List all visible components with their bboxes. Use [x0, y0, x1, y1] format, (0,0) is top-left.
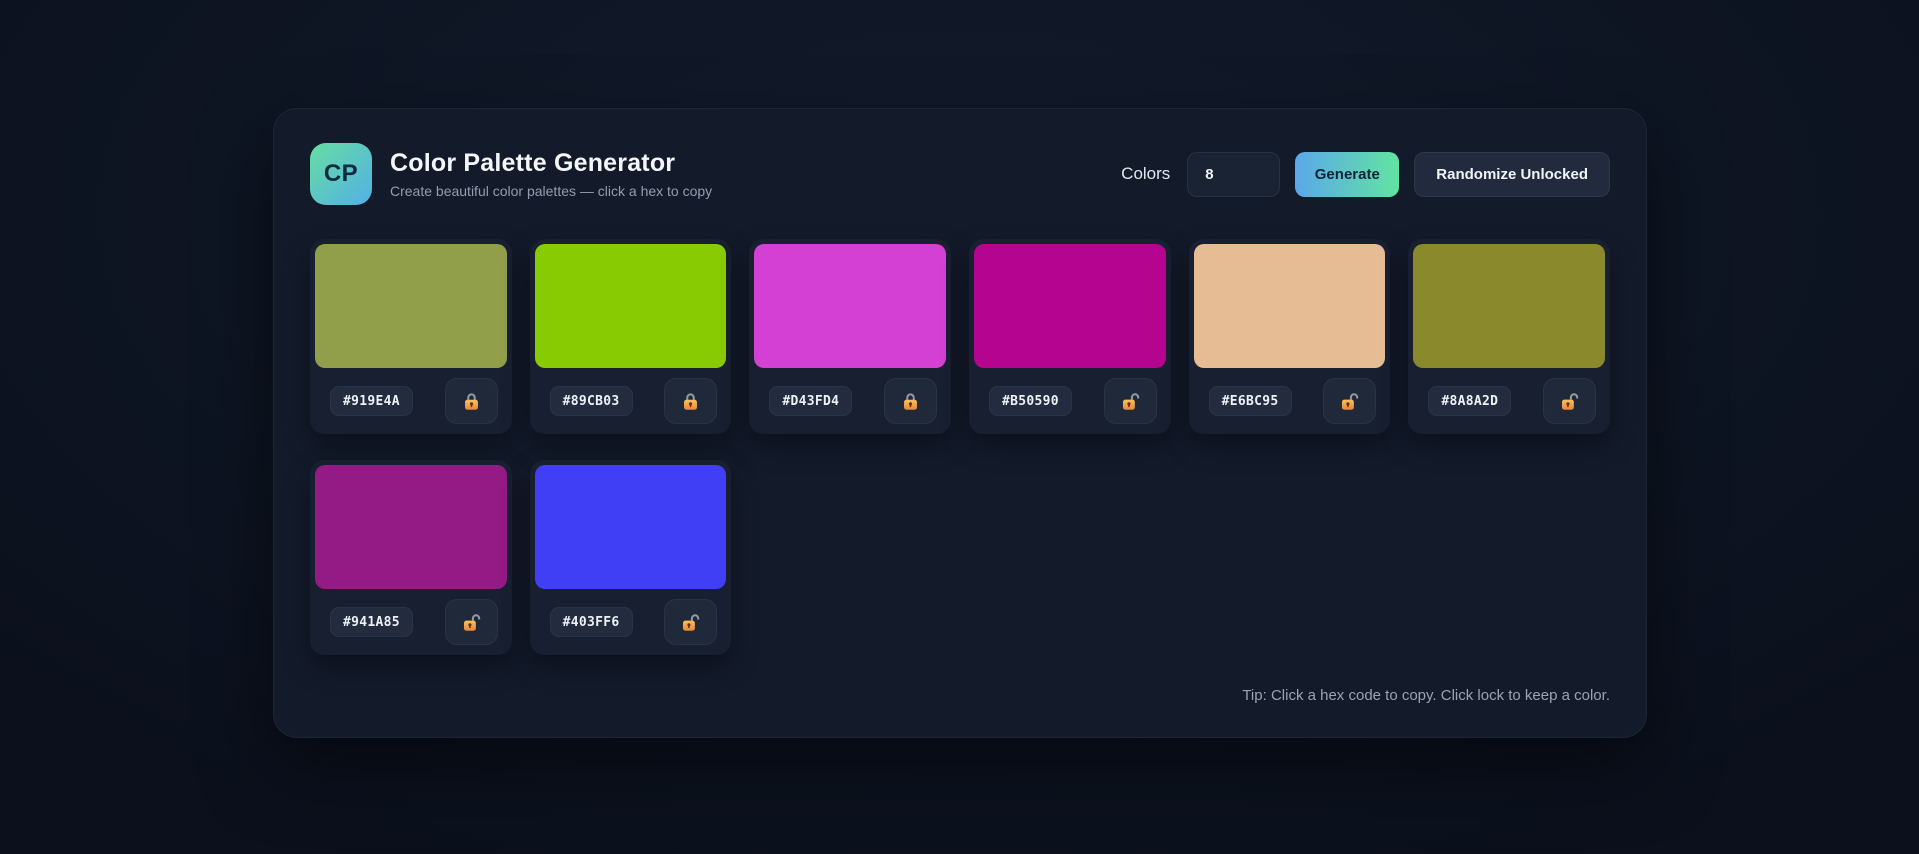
tip-text: Tip: Click a hex code to copy. Click loc…	[1242, 687, 1610, 704]
lock-closed-icon	[461, 391, 482, 412]
swatch-color-6[interactable]	[1413, 244, 1605, 368]
lock-toggle-button[interactable]	[1103, 378, 1157, 424]
page-subtitle: Create beautiful color palettes — click …	[390, 183, 713, 199]
lock-toggle-button[interactable]	[444, 378, 498, 424]
swatch-footer: #8A8A2D	[1413, 368, 1605, 434]
swatch-color-5[interactable]	[1193, 244, 1386, 368]
swatch-color-8[interactable]	[534, 465, 727, 589]
app-logo-text: CP	[323, 160, 359, 187]
page-title: Color Palette Generator	[390, 149, 676, 177]
hex-code-chip[interactable]: #8A8A2D	[1428, 386, 1512, 416]
swatch-footer: #B50590	[974, 368, 1166, 434]
swatch-color-4[interactable]	[974, 244, 1166, 368]
swatch-card-5: #E6BC95	[1188, 239, 1391, 434]
lock-open-icon	[1339, 391, 1360, 412]
app-card: CP Color Palette Generator Create beauti…	[273, 108, 1647, 738]
swatch-card-2: #89CB03	[529, 239, 732, 434]
swatch-footer: #919E4A	[315, 368, 507, 434]
hex-code-chip[interactable]: #941A85	[330, 607, 413, 637]
title-block: Color Palette Generator Create beautiful…	[390, 149, 1121, 199]
header: CP Color Palette Generator Create beauti…	[310, 143, 1610, 205]
swatch-card-6: #8A8A2D	[1408, 239, 1610, 434]
hex-code-chip[interactable]: #B50590	[989, 386, 1072, 416]
palette-grid: #919E4A #89CB03 #D43FD4 #B50590 #E6BC95 …	[310, 239, 1610, 655]
swatch-color-1[interactable]	[315, 244, 507, 368]
lock-toggle-button[interactable]	[1543, 378, 1596, 424]
colors-count-label: Colors	[1121, 164, 1171, 183]
lock-toggle-button[interactable]	[1323, 378, 1377, 424]
hex-code-chip[interactable]: #E6BC95	[1208, 386, 1292, 416]
swatch-footer: #D43FD4	[754, 368, 946, 434]
lock-open-icon	[461, 612, 482, 633]
swatch-card-1: #919E4A	[310, 239, 512, 434]
swatch-footer: #89CB03	[535, 368, 727, 434]
lock-closed-icon	[680, 391, 701, 412]
lock-toggle-button[interactable]	[884, 378, 937, 424]
swatch-footer: #403FF6	[535, 589, 727, 655]
lock-open-icon	[1120, 391, 1141, 412]
lock-open-icon	[680, 612, 701, 633]
hex-code-chip[interactable]: #D43FD4	[769, 386, 853, 416]
lock-closed-icon	[900, 391, 921, 412]
colors-count-input[interactable]	[1187, 151, 1281, 197]
swatch-card-7: #941A85	[310, 460, 512, 655]
generate-button[interactable]: Generate	[1295, 151, 1400, 197]
swatch-card-4: #B50590	[969, 239, 1171, 434]
swatch-card-8: #403FF6	[529, 460, 732, 655]
swatch-color-7[interactable]	[315, 465, 507, 589]
app-logo: CP	[310, 143, 372, 205]
lock-toggle-button[interactable]	[664, 599, 718, 645]
lock-toggle-button[interactable]	[664, 378, 718, 424]
swatch-footer: #941A85	[315, 589, 507, 655]
hex-code-chip[interactable]: #403FF6	[549, 607, 633, 637]
swatch-color-2[interactable]	[534, 244, 727, 368]
swatch-footer: #E6BC95	[1194, 368, 1386, 434]
lock-open-icon	[1559, 391, 1580, 412]
hex-code-chip[interactable]: #919E4A	[330, 386, 413, 416]
swatch-card-3: #D43FD4	[749, 239, 951, 434]
swatch-color-3[interactable]	[754, 244, 946, 368]
randomize-unlocked-button[interactable]: Randomize Unlocked	[1414, 151, 1610, 197]
lock-toggle-button[interactable]	[444, 599, 498, 645]
header-controls: Colors Generate Randomize Unlocked	[1121, 151, 1610, 197]
hex-code-chip[interactable]: #89CB03	[549, 386, 633, 416]
